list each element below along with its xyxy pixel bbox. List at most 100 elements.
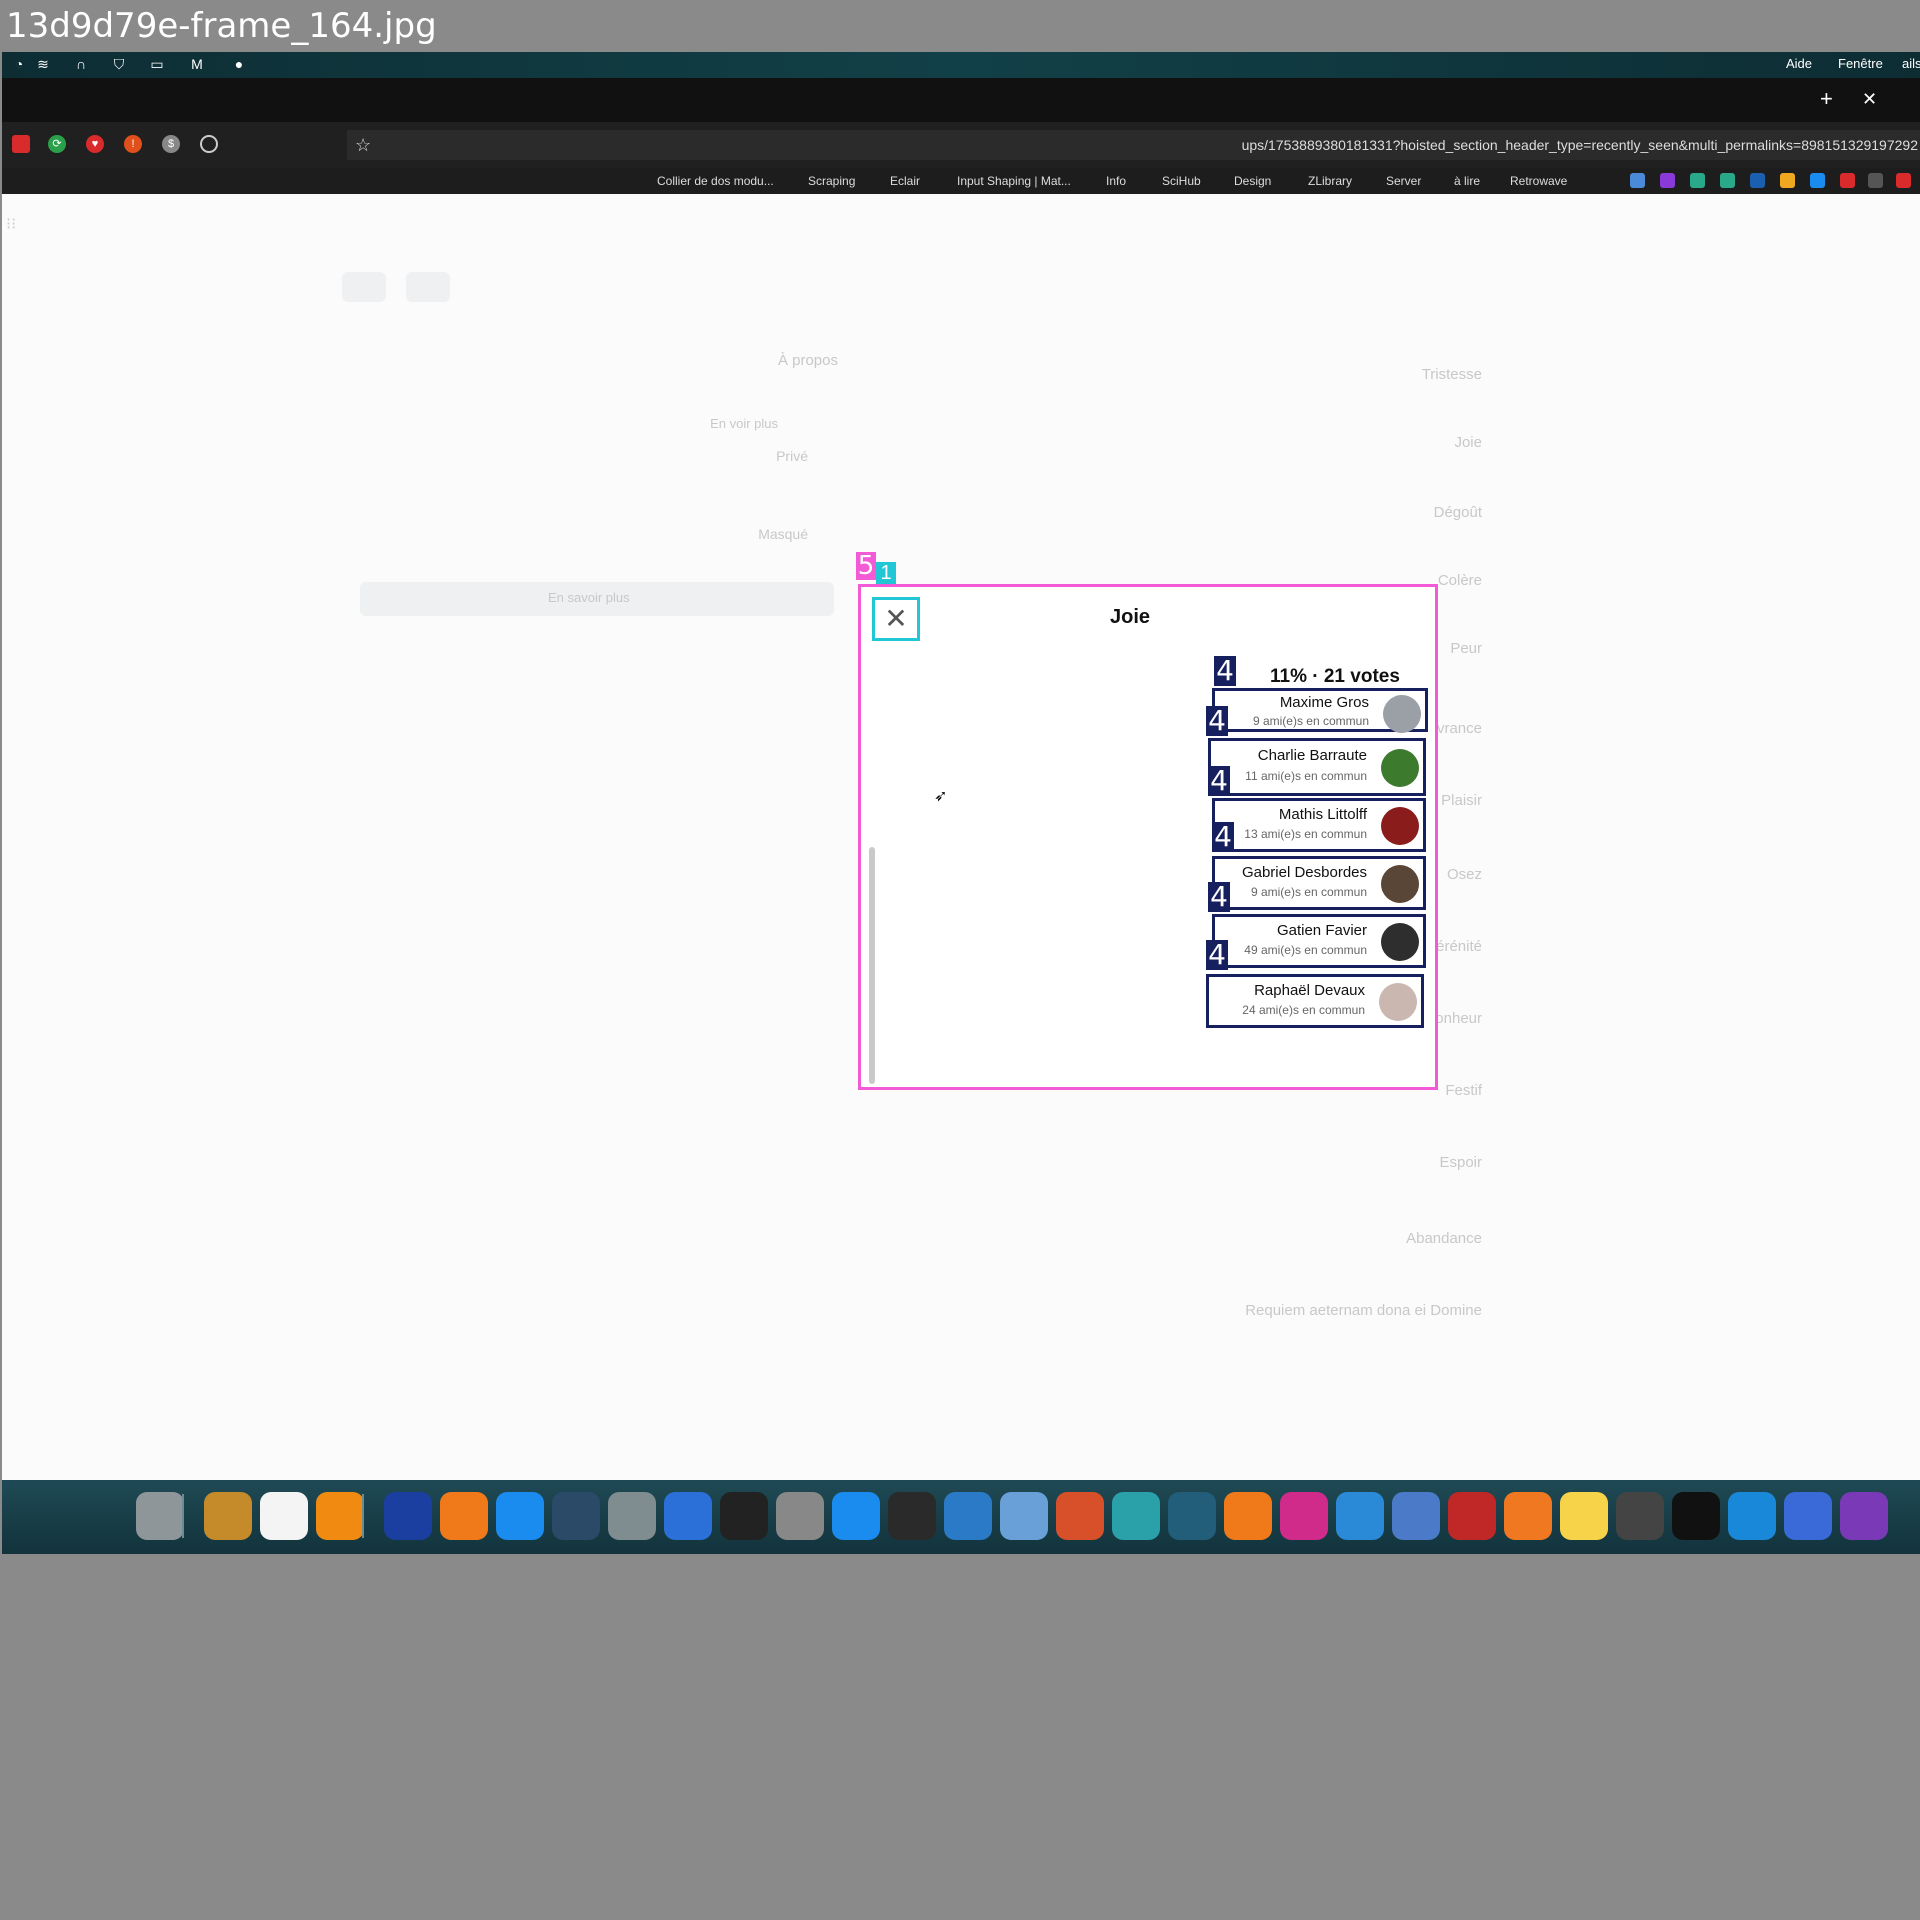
codeshot-icon[interactable] — [832, 1492, 880, 1540]
vscode-icon[interactable] — [1336, 1492, 1384, 1540]
activity-icon[interactable] — [720, 1492, 768, 1540]
sidenotes-icon[interactable] — [1672, 1492, 1720, 1540]
word-icon[interactable] — [664, 1492, 712, 1540]
bookmark-design[interactable]: Design — [1234, 174, 1271, 188]
trash-icon[interactable] — [136, 1492, 184, 1540]
voter-row[interactable]: Gabriel Desbordes 9 ami(e)s en commun — [1212, 856, 1426, 910]
extension-green-icon[interactable]: ⟳ — [48, 135, 66, 153]
launchpad-icon[interactable] — [1784, 1492, 1832, 1540]
extension-dollar-icon[interactable]: $ — [162, 135, 180, 153]
dictionary-icon[interactable] — [384, 1492, 432, 1540]
vlc-icon[interactable] — [316, 1492, 364, 1540]
voter-name[interactable]: Gatien Favier — [1277, 922, 1367, 939]
pocket-icon[interactable] — [200, 135, 218, 153]
bookmark-eclair[interactable]: Eclair — [890, 174, 920, 188]
wifi-icon[interactable]: ≋ — [34, 55, 52, 73]
see-more: En voir plus — [710, 416, 778, 431]
extension-ublock-icon[interactable]: ! — [124, 135, 142, 153]
bookmark-zlibrary[interactable]: ZLibrary — [1308, 174, 1352, 188]
option-espoir: Espoir — [1439, 1154, 1482, 1171]
option-festif: Festif — [1445, 1082, 1482, 1099]
voter-row[interactable]: Maxime Gros 9 ami(e)s en commun — [1212, 688, 1428, 733]
notes-icon[interactable] — [1560, 1492, 1608, 1540]
preview-icon[interactable] — [1392, 1492, 1440, 1540]
appstore-icon[interactable] — [496, 1492, 544, 1540]
voter-mutual: 49 ami(e)s en commun — [1244, 943, 1367, 957]
voter-row[interactable]: Gatien Favier 49 ami(e)s en commun — [1212, 914, 1426, 968]
voter-mutual: 24 ami(e)s en commun — [1242, 1003, 1365, 1017]
bookmark-favicon[interactable] — [1750, 173, 1765, 188]
firefox-icon[interactable] — [1504, 1492, 1552, 1540]
vote-summary: 11% · 21 votes — [1270, 666, 1400, 687]
bookmark-scihub[interactable]: SciHub — [1162, 174, 1201, 188]
close-button[interactable]: ✕ — [872, 597, 920, 641]
sublime-icon[interactable] — [1224, 1492, 1272, 1540]
wifi-icon[interactable]: ◔ — [10, 55, 28, 73]
bookmark-input-shaping[interactable]: Input Shaping | Mat... — [957, 174, 1071, 188]
dock-separator — [182, 1494, 184, 1538]
arduino-icon[interactable] — [1112, 1492, 1160, 1540]
avatar — [1381, 749, 1419, 787]
intellij-icon[interactable] — [1280, 1492, 1328, 1540]
record-icon[interactable]: ● — [230, 55, 248, 73]
voter-name[interactable]: Raphaël Devaux — [1254, 982, 1365, 999]
bookmark-server[interactable]: Server — [1386, 174, 1421, 188]
filezilla-icon[interactable] — [1448, 1492, 1496, 1540]
bookmark-a-lire[interactable]: à lire — [1454, 174, 1480, 188]
heart-icon[interactable] — [1660, 173, 1675, 188]
new-tab-icon[interactable]: + — [1820, 86, 1833, 112]
search-button — [406, 272, 450, 302]
cloud-icon[interactable] — [1810, 173, 1825, 188]
bookmark-favicon[interactable] — [1896, 173, 1911, 188]
sourcetree-icon[interactable] — [1168, 1492, 1216, 1540]
bookmark-favicon[interactable] — [1780, 173, 1795, 188]
voter-name[interactable]: Maxime Gros — [1280, 694, 1369, 711]
bookmark-scraping[interactable]: Scraping — [808, 174, 855, 188]
calculator-icon[interactable] — [776, 1492, 824, 1540]
option-requiem: Requiem aeternam dona ei Domine — [1245, 1302, 1482, 1319]
bookmark-star-icon[interactable]: ☆ — [355, 130, 371, 160]
url-text[interactable]: ups/1753889380181331?hoisted_section_hea… — [1242, 130, 1918, 160]
steam-icon[interactable] — [552, 1492, 600, 1540]
cider-icon[interactable] — [204, 1492, 252, 1540]
menu-fenetre[interactable]: Fenêtre — [1838, 56, 1883, 71]
matlab-icon[interactable] — [1056, 1492, 1104, 1540]
voter-name[interactable]: Gabriel Desbordes — [1242, 864, 1367, 881]
dialog-scrollbar[interactable] — [869, 847, 875, 1084]
pages-icon[interactable] — [440, 1492, 488, 1540]
bookmark-collier[interactable]: Collier de dos modu... — [657, 174, 774, 188]
shield-icon[interactable]: ⛉ — [110, 55, 128, 73]
chatgpt-icon[interactable] — [1720, 173, 1735, 188]
close-tab-icon[interactable]: ✕ — [1862, 89, 1877, 110]
terminal-icon[interactable] — [888, 1492, 936, 1540]
voter-name[interactable]: Charlie Barraute — [1258, 747, 1367, 764]
screenshot: 13d9d79e-frame_164.jpg ◔ ≋ ∩ ⛉ ▭ M ● Aid… — [0, 0, 1920, 1920]
menu-aide[interactable]: Aide — [1786, 56, 1812, 71]
option-peur: Peur — [1450, 640, 1482, 657]
sparkle-icon[interactable] — [1630, 173, 1645, 188]
extension-pin-icon[interactable]: ♥ — [86, 135, 104, 153]
screenshot-icon[interactable] — [1616, 1492, 1664, 1540]
annotation-label-voter: 4 — [1214, 656, 1236, 686]
settings-icon[interactable] — [608, 1492, 656, 1540]
bookmark-retrowave[interactable]: Retrowave — [1510, 174, 1567, 188]
headphones-icon[interactable]: ∩ — [72, 55, 90, 73]
nextcloud-icon[interactable] — [1728, 1492, 1776, 1540]
voter-row[interactable]: Charlie Barraute 11 ami(e)s en commun — [1208, 738, 1426, 796]
textedit-icon[interactable] — [260, 1492, 308, 1540]
extension-red-icon[interactable] — [12, 135, 30, 153]
keyboard-icon[interactable]: ▭ — [148, 55, 166, 73]
url-bar[interactable]: ☆ ups/1753889380181331?hoisted_section_h… — [347, 130, 1920, 160]
rcode-icon[interactable] — [1000, 1492, 1048, 1540]
github-icon[interactable] — [1868, 173, 1883, 188]
malwarebytes-icon[interactable]: M — [188, 55, 206, 73]
voter-name[interactable]: Mathis Littolff — [1279, 806, 1367, 823]
menu-fichier[interactable]: ails — [1902, 56, 1920, 71]
bookmark-favicon[interactable] — [1690, 173, 1705, 188]
xcode-icon[interactable] — [944, 1492, 992, 1540]
voter-row[interactable]: Mathis Littolff 13 ami(e)s en commun — [1212, 798, 1426, 852]
voter-row[interactable]: Raphaël Devaux 24 ami(e)s en commun — [1206, 974, 1424, 1028]
bookmark-info[interactable]: Info — [1106, 174, 1126, 188]
bookmark-favicon[interactable] — [1840, 173, 1855, 188]
onenote-icon[interactable] — [1840, 1492, 1888, 1540]
